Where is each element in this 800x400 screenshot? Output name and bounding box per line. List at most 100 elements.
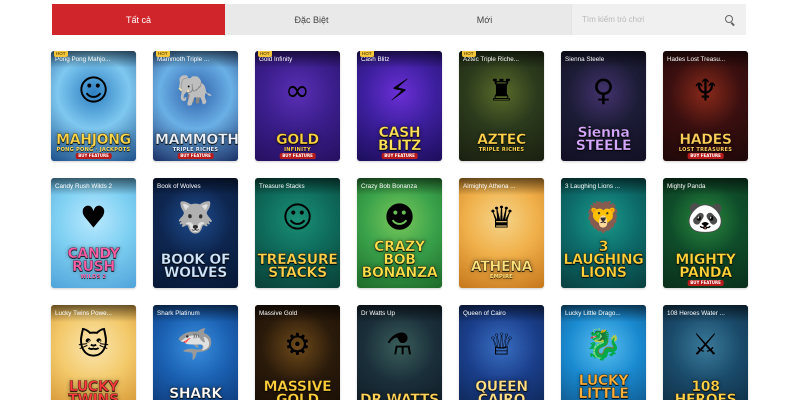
hot-badge: HOT [462, 51, 476, 57]
game-logo-text: MAHJONG [56, 132, 131, 148]
game-card[interactable]: Dr Watts Up ⚗ DR WATTS [357, 305, 442, 400]
game-logo: Sienna STEELE [563, 125, 644, 154]
fortune-god-icon: ☺ [281, 200, 314, 236]
game-logo: CRAZY BOB BONANZA [359, 239, 440, 281]
game-card[interactable]: 108 Heroes Water ... ⚔ 108 HEROES [663, 305, 748, 400]
game-logo: LUCKY LITTLEDRAGONS [563, 373, 644, 400]
game-logo: 3 LAUGHING LIONS [563, 239, 644, 281]
game-logo-text: MASSIVE GOLD [263, 379, 332, 400]
search-icon[interactable] [724, 14, 736, 26]
game-logo-text: 3 LAUGHING LIONS [563, 239, 644, 281]
hot-badge: HOT [258, 51, 272, 57]
game-card[interactable]: 3 Laughing Lions ... 🦁 3 LAUGHING LIONS [561, 178, 646, 288]
game-logo: SHARKPLATINUM [155, 386, 236, 400]
game-logo-text: MAMMOTH [155, 132, 238, 148]
lion-icon: 🦁 [584, 200, 623, 236]
game-logo: ATHENA EMPIRE [461, 260, 542, 280]
game-logo: AZTEC TRIPLE RICHES [461, 133, 542, 153]
game-card[interactable]: HOT Aztec Triple Riche... ♜ AZTEC TRIPLE RIC… [459, 51, 544, 161]
game-card[interactable]: Mighty Panda 🐼 MIGHTY PANDA BUY FEATURE [663, 178, 748, 288]
game-card[interactable]: Almighty Athena ... ♛ ATHENA EMPIRE [459, 178, 544, 288]
search-box [571, 4, 746, 35]
scientist-icon: ☻ [383, 200, 416, 236]
game-card[interactable]: Sienna Steele ♀ Sienna STEELE [561, 51, 646, 161]
game-logo-text: MIGHTY PANDA [675, 252, 736, 281]
buy-feature-label: BUY FEATURE [279, 153, 316, 159]
goddess-icon: ♛ [488, 200, 515, 236]
search-input[interactable] [582, 15, 724, 24]
game-card[interactable]: Treasure Stacks ☺ TREASURE STACKS [255, 178, 340, 288]
game-card[interactable]: Massive Gold ⚙ MASSIVE GOLD [255, 305, 340, 400]
game-logo: LUCKY TWINS [53, 380, 134, 400]
game-title: Book of Wolves [153, 178, 238, 195]
game-logo-text: DR WATTS [360, 392, 440, 400]
game-title: Dr Watts Up [357, 305, 442, 322]
game-title: Treasure Stacks [255, 178, 340, 195]
game-title: Candy Rush Wilds 2 [51, 178, 136, 195]
game-logo-text: SHARK [169, 386, 223, 400]
tab-all[interactable]: Tất cả [52, 4, 225, 35]
game-title: 108 Heroes Water ... [663, 305, 748, 322]
game-logo: QUEEN CAIRO [461, 380, 542, 400]
magnet-icon: ⚡ [388, 73, 411, 109]
game-logo: MAMMOTH TRIPLE RICHES [155, 132, 238, 153]
game-card[interactable]: HOT Gold Infinity ∞ GOLD INFINITY BUY FEATURE [255, 51, 340, 161]
game-title: Almighty Athena ... [459, 178, 544, 195]
game-logo: MASSIVE GOLD [257, 379, 338, 400]
wolf-icon: 🐺 [176, 200, 215, 236]
game-card[interactable]: HOT Pong Pong Mahjo... ☺ MAHJONG PONG PONG ·… [51, 51, 136, 161]
game-logo-text: Sienna STEELE [575, 125, 632, 154]
buy-feature-label: BUY FEATURE [75, 153, 112, 159]
queen-icon: ♕ [488, 327, 515, 363]
buy-feature-label: BUY FEATURE [687, 280, 724, 286]
game-card[interactable]: Candy Rush Wilds 2 ♥ CANDY RUSH WILDS 2 [51, 178, 136, 288]
game-card[interactable]: Lucky Little Drago... 🐉 LUCKY LITTLEDRAGON… [561, 305, 646, 400]
infinity-icon: ∞ [285, 73, 310, 109]
dragon-icon: 🐉 [584, 327, 623, 363]
game-logo-text: TREASURE STACKS [257, 252, 338, 281]
mammoth-icon: 🐘 [176, 73, 215, 109]
game-card[interactable]: Lucky Twins Powe... 🐱 LUCKY TWINS [51, 305, 136, 400]
game-logo: DR WATTS [359, 392, 440, 400]
game-title: Sienna Steele [561, 51, 646, 68]
game-logo-text: CRAZY BOB BONANZA [361, 239, 438, 281]
game-logo: BOOK OF WOLVES [155, 253, 236, 281]
game-card[interactable]: HOT Mammoth Triple ... 🐘 MAMMOTH TRIPLE RICH… [153, 51, 238, 161]
game-title: Lucky Twins Powe... [51, 305, 136, 322]
category-filter-bar: Tất cả Đặc Biệt Mới [52, 4, 746, 35]
game-logo-text: GOLD [276, 132, 320, 148]
buy-feature-label: BUY FEATURE [177, 153, 214, 159]
hot-badge: HOT [54, 51, 68, 57]
game-logo-text: HADES [679, 132, 732, 148]
game-logo: TREASURE STACKS [257, 252, 338, 281]
game-logo-text: 108 HEROES [674, 379, 737, 400]
game-card[interactable]: Shark Platinum 🦈 SHARKPLATINUM [153, 305, 238, 400]
game-title: Shark Platinum [153, 305, 238, 322]
faces-icon: ☺ [77, 73, 110, 109]
vault-icon: ⚙ [284, 327, 311, 363]
buy-feature-label: BUY FEATURE [381, 153, 418, 159]
totem-icon: ♜ [488, 73, 515, 109]
game-logo-text: LUCKY LITTLE [578, 373, 629, 400]
game-grid: HOT Pong Pong Mahjo... ☺ MAHJONG PONG PONG ·… [51, 51, 748, 400]
tab-new[interactable]: Mới [398, 4, 571, 35]
game-title: Hades Lost Treasu... [663, 51, 748, 68]
game-title: Lucky Little Drago... [561, 305, 646, 322]
heroine-icon: ♀ [592, 73, 615, 109]
game-logo: HADES LOST TREASURES [665, 132, 746, 153]
warrior-icon: ⚔ [692, 327, 719, 363]
game-logo: MAHJONG PONG PONG · JACKPOTS [53, 132, 134, 153]
game-card[interactable]: Crazy Bob Bonanza ☻ CRAZY BOB BONANZA [357, 178, 442, 288]
game-logo-text: CASH BLITZ [377, 125, 422, 154]
game-title: 3 Laughing Lions ... [561, 178, 646, 195]
game-card[interactable]: HOT Cash Blitz ⚡ CASH BLITZ BUY FEATURE [357, 51, 442, 161]
tab-special[interactable]: Đặc Biệt [225, 4, 398, 35]
game-card[interactable]: Hades Lost Treasu... ♆ HADES LOST TREASURES… [663, 51, 748, 161]
game-title: Massive Gold [255, 305, 340, 322]
game-title: Crazy Bob Bonanza [357, 178, 442, 195]
game-card[interactable]: Book of Wolves 🐺 BOOK OF WOLVES [153, 178, 238, 288]
game-title: Mighty Panda [663, 178, 748, 195]
game-logo: GOLD INFINITY [257, 132, 338, 153]
game-logo: MIGHTY PANDA [665, 252, 746, 281]
game-card[interactable]: Queen of Cairo ♕ QUEEN CAIRO [459, 305, 544, 400]
